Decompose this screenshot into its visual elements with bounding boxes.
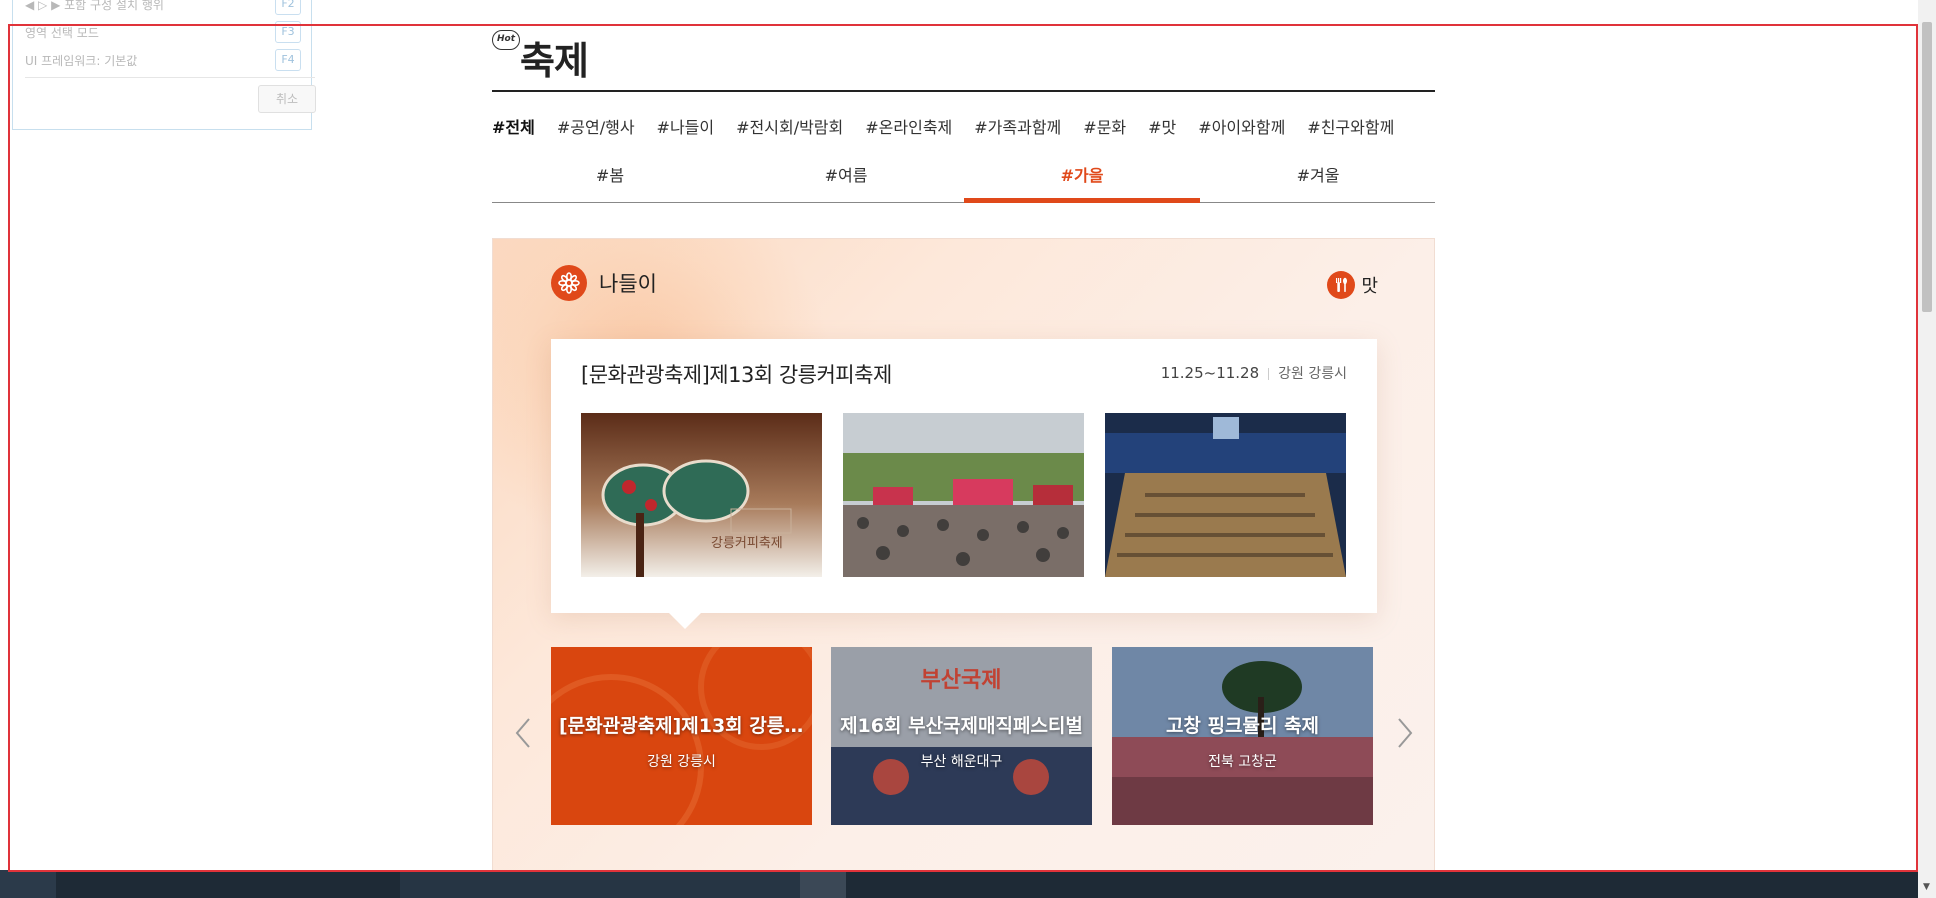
tag-performance[interactable]: #공연/행사 bbox=[557, 114, 635, 138]
taskbar-item[interactable] bbox=[800, 870, 846, 898]
festival-stadium-photo[interactable] bbox=[1105, 413, 1346, 577]
scroll-down-arrow-icon[interactable]: ▼ bbox=[1923, 882, 1930, 892]
category-label: 맛 bbox=[1361, 276, 1378, 297]
tag-food[interactable]: #맛 bbox=[1148, 114, 1176, 138]
tag-with-friends[interactable]: #친구와함께 bbox=[1307, 114, 1394, 138]
festival-poster-image[interactable]: 강릉커피축제 bbox=[581, 413, 822, 577]
shortcut-key: F2 bbox=[275, 0, 301, 15]
tab-autumn[interactable]: #가을 bbox=[964, 162, 1200, 186]
svg-text:강릉커피축제: 강릉커피축제 bbox=[711, 536, 783, 551]
divider bbox=[1268, 367, 1270, 380]
shortcut-key: F3 bbox=[275, 21, 301, 43]
slide-location: 강원 강릉시 bbox=[647, 754, 716, 770]
vertical-scrollbar[interactable]: ▼ bbox=[1918, 0, 1936, 898]
tag-online-festival[interactable]: #온라인축제 bbox=[865, 114, 952, 138]
svg-text:부산국제: 부산국제 bbox=[921, 668, 1002, 693]
shortcut-row[interactable]: ◀ ▷ ▶ 포함 구성 설치 행위 F2 bbox=[25, 0, 301, 15]
tag-culture[interactable]: #문화 bbox=[1083, 114, 1126, 138]
cancel-button[interactable]: 취소 bbox=[258, 85, 316, 113]
slide-title: 제16회 부산국제매직페스티벌 bbox=[840, 715, 1083, 737]
shortcut-label: 영역 선택 모드 bbox=[25, 26, 99, 40]
season-tabs: #봄 #여름 #가을 #겨울 bbox=[492, 152, 1435, 203]
taskbar-item[interactable] bbox=[0, 870, 56, 898]
tab-winter[interactable]: #겨울 bbox=[1200, 162, 1436, 186]
taskbar bbox=[0, 870, 1918, 898]
chevron-left-icon[interactable] bbox=[511, 713, 535, 753]
taskbar-item[interactable] bbox=[400, 870, 800, 898]
tag-outing[interactable]: #나들이 bbox=[657, 114, 715, 138]
festival-meta: 11.25~11.28 강원 강릉시 bbox=[1161, 363, 1347, 383]
flower-icon bbox=[551, 265, 587, 301]
active-tab-indicator bbox=[964, 198, 1200, 203]
featured-festival-card[interactable]: [문화관광축제]제13회 강릉커피축제 11.25~11.28 강원 강릉시 강… bbox=[551, 339, 1377, 629]
festival-location: 강원 강릉시 bbox=[1278, 366, 1347, 382]
slide-item[interactable]: 부산국제 제16회 부산국제매직페스티벌 부산 해운대구 bbox=[831, 647, 1092, 825]
tab-spring[interactable]: #봄 bbox=[492, 162, 728, 186]
divider bbox=[492, 90, 1435, 92]
shortcut-panel: ◀ ▷ ▶ 포함 구성 설치 행위 F2 영역 선택 모드 F3 UI 프레임워… bbox=[12, 0, 316, 130]
slide-item[interactable]: [문화관광축제]제13회 강릉커피축제 강원 강릉시 bbox=[551, 647, 812, 825]
chevron-right-icon[interactable] bbox=[1393, 713, 1417, 753]
fork-spoon-icon bbox=[1327, 271, 1356, 299]
tag-filter-bar: #전체 #공연/행사 #나들이 #전시회/박람회 #온라인축제 #가족과함께 #문화 #맛 #아… bbox=[492, 114, 1394, 138]
tab-summer[interactable]: #여름 bbox=[728, 162, 964, 186]
tag-with-family[interactable]: #가족과함께 bbox=[974, 114, 1061, 138]
tag-all[interactable]: #전체 bbox=[492, 114, 535, 138]
category-food[interactable]: 맛 bbox=[1327, 271, 1378, 299]
festival-slider: [문화관광축제]제13회 강릉커피축제 강원 강릉시 부산국제 제16회 부산국… bbox=[493, 647, 1434, 827]
slide-location: 부산 해운대구 bbox=[920, 754, 1003, 770]
shortcut-label: UI 프레임워크: 기본값 bbox=[25, 54, 138, 68]
festival-crowd-photo[interactable] bbox=[843, 413, 1084, 577]
tag-with-kids[interactable]: #아이와함께 bbox=[1198, 114, 1285, 138]
slide-title: [문화관광축제]제13회 강릉커피축제 bbox=[559, 715, 812, 737]
shortcut-key: F4 bbox=[275, 49, 301, 71]
category-outing[interactable]: 나들이 bbox=[551, 265, 657, 301]
tag-exhibition[interactable]: #전시회/박람회 bbox=[736, 114, 843, 138]
slide-location: 전북 고창군 bbox=[1208, 754, 1277, 770]
slide-title: 고창 핑크뮬리 축제 bbox=[1165, 715, 1320, 737]
scrollbar-thumb[interactable] bbox=[1922, 22, 1932, 312]
divider bbox=[25, 77, 315, 78]
page-title: 축제 bbox=[520, 39, 589, 83]
shortcut-row[interactable]: UI 프레임워크: 기본값 F4 bbox=[25, 49, 301, 71]
shortcut-row[interactable]: 영역 선택 모드 F3 bbox=[25, 21, 301, 43]
shortcut-label: ◀ ▷ ▶ 포함 구성 설치 행위 bbox=[25, 0, 164, 12]
hot-badge-icon: Hot bbox=[492, 30, 520, 50]
festival-panel: 나들이 맛 [문화관광축제]제13회 강릉커피축제 11.25~11.28 강원 … bbox=[492, 238, 1435, 878]
category-label: 나들이 bbox=[599, 272, 657, 296]
festival-date: 11.25~11.28 bbox=[1160, 364, 1260, 382]
festival-title: [문화관광축제]제13회 강릉커피축제 bbox=[581, 363, 892, 387]
slide-item[interactable]: 고창 핑크뮬리 축제 전북 고창군 bbox=[1112, 647, 1373, 825]
